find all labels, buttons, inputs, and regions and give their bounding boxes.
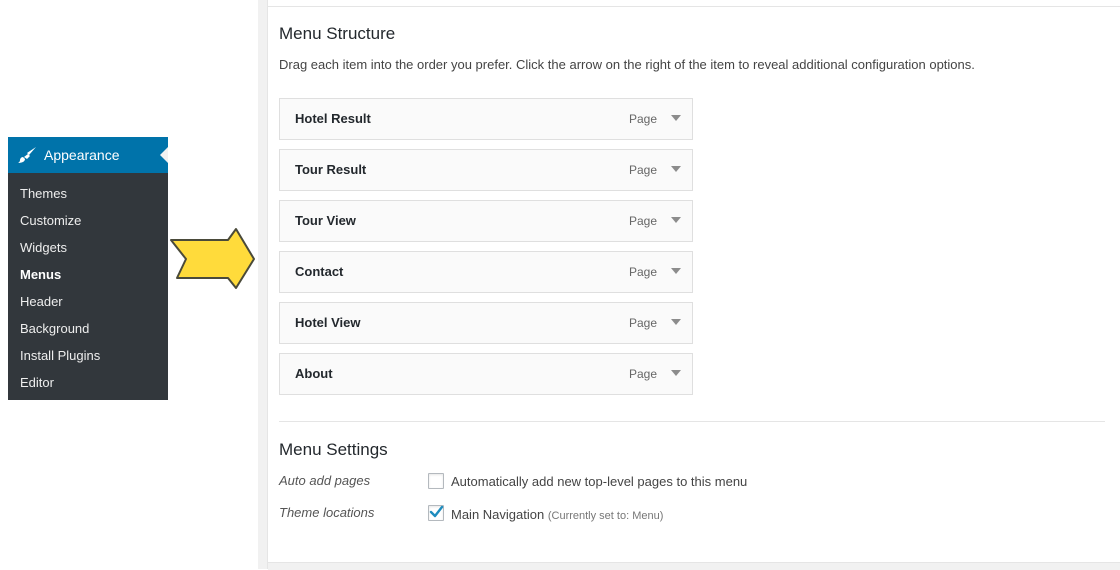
panel-top-border (268, 6, 1120, 7)
menu-item-type: Page (629, 214, 658, 228)
sidebar-item-editor[interactable]: Editor (20, 375, 54, 391)
current-menu-notch (160, 147, 168, 163)
expand-arrow-icon[interactable] (671, 217, 681, 223)
menu-item-title: About (295, 366, 333, 381)
menu-item[interactable]: Contact Page (279, 251, 693, 293)
auto-add-pages-text[interactable]: Automatically add new top-level pages to… (451, 474, 747, 490)
menu-item-title: Contact (295, 264, 344, 279)
menu-item-type: Page (629, 265, 658, 279)
menu-item-type: Page (629, 163, 658, 177)
menu-item-type: Page (629, 112, 658, 126)
expand-arrow-icon[interactable] (671, 268, 681, 274)
menu-item-type: Page (629, 316, 658, 330)
pointer-arrow-icon (170, 228, 255, 289)
menu-item-title: Tour Result (295, 162, 367, 177)
menu-item[interactable]: Tour View Page (279, 200, 693, 242)
appearance-menu-header[interactable]: Appearance (8, 137, 168, 173)
sidebar-item-install-plugins[interactable]: Install Plugins (20, 348, 100, 364)
menu-item-type: Page (629, 367, 658, 381)
theme-locations-label: Theme locations (279, 505, 375, 520)
menu-item-title: Hotel Result (295, 111, 371, 126)
menu-settings-heading: Menu Settings (279, 440, 388, 459)
menu-item[interactable]: Hotel Result Page (279, 98, 693, 140)
menu-item-title: Tour View (295, 213, 356, 228)
menu-item[interactable]: Hotel View Page (279, 302, 693, 344)
paintbrush-icon (18, 147, 36, 163)
admin-sidebar: Appearance Themes Customize Widgets Menu… (8, 137, 168, 400)
menu-structure-description: Drag each item into the order you prefer… (279, 57, 975, 72)
sidebar-item-background[interactable]: Background (20, 321, 89, 337)
menu-structure-heading: Menu Structure (279, 24, 396, 43)
main-navigation-checkbox[interactable] (428, 505, 444, 521)
section-divider (279, 421, 1105, 422)
checkmark-icon (429, 505, 444, 518)
expand-arrow-icon[interactable] (671, 319, 681, 325)
expand-arrow-icon[interactable] (671, 115, 681, 121)
menu-item[interactable]: About Page (279, 353, 693, 395)
menu-item-title: Hotel View (295, 315, 361, 330)
main-navigation-text[interactable]: Main Navigation (Currently set to: Menu) (451, 507, 663, 524)
sidebar-item-themes[interactable]: Themes (20, 186, 67, 202)
menu-item[interactable]: Tour Result Page (279, 149, 693, 191)
sidebar-item-customize[interactable]: Customize (20, 213, 81, 229)
main-navigation-label: Main Navigation (451, 507, 545, 522)
sidebar-item-menus[interactable]: Menus (20, 267, 61, 283)
current-location-note: (Currently set to: Menu) (547, 510, 664, 522)
sidebar-section-title: Appearance (44, 147, 120, 163)
expand-arrow-icon[interactable] (671, 166, 681, 172)
menu-edit-panel: Menu Structure Drag each item into the o… (267, 0, 1120, 570)
sidebar-item-widgets[interactable]: Widgets (20, 240, 67, 256)
expand-arrow-icon[interactable] (671, 370, 681, 376)
page-gutter (258, 0, 267, 569)
sidebar-item-header[interactable]: Header (20, 294, 63, 310)
auto-add-pages-label: Auto add pages (279, 473, 371, 488)
auto-add-pages-checkbox[interactable] (428, 473, 444, 489)
